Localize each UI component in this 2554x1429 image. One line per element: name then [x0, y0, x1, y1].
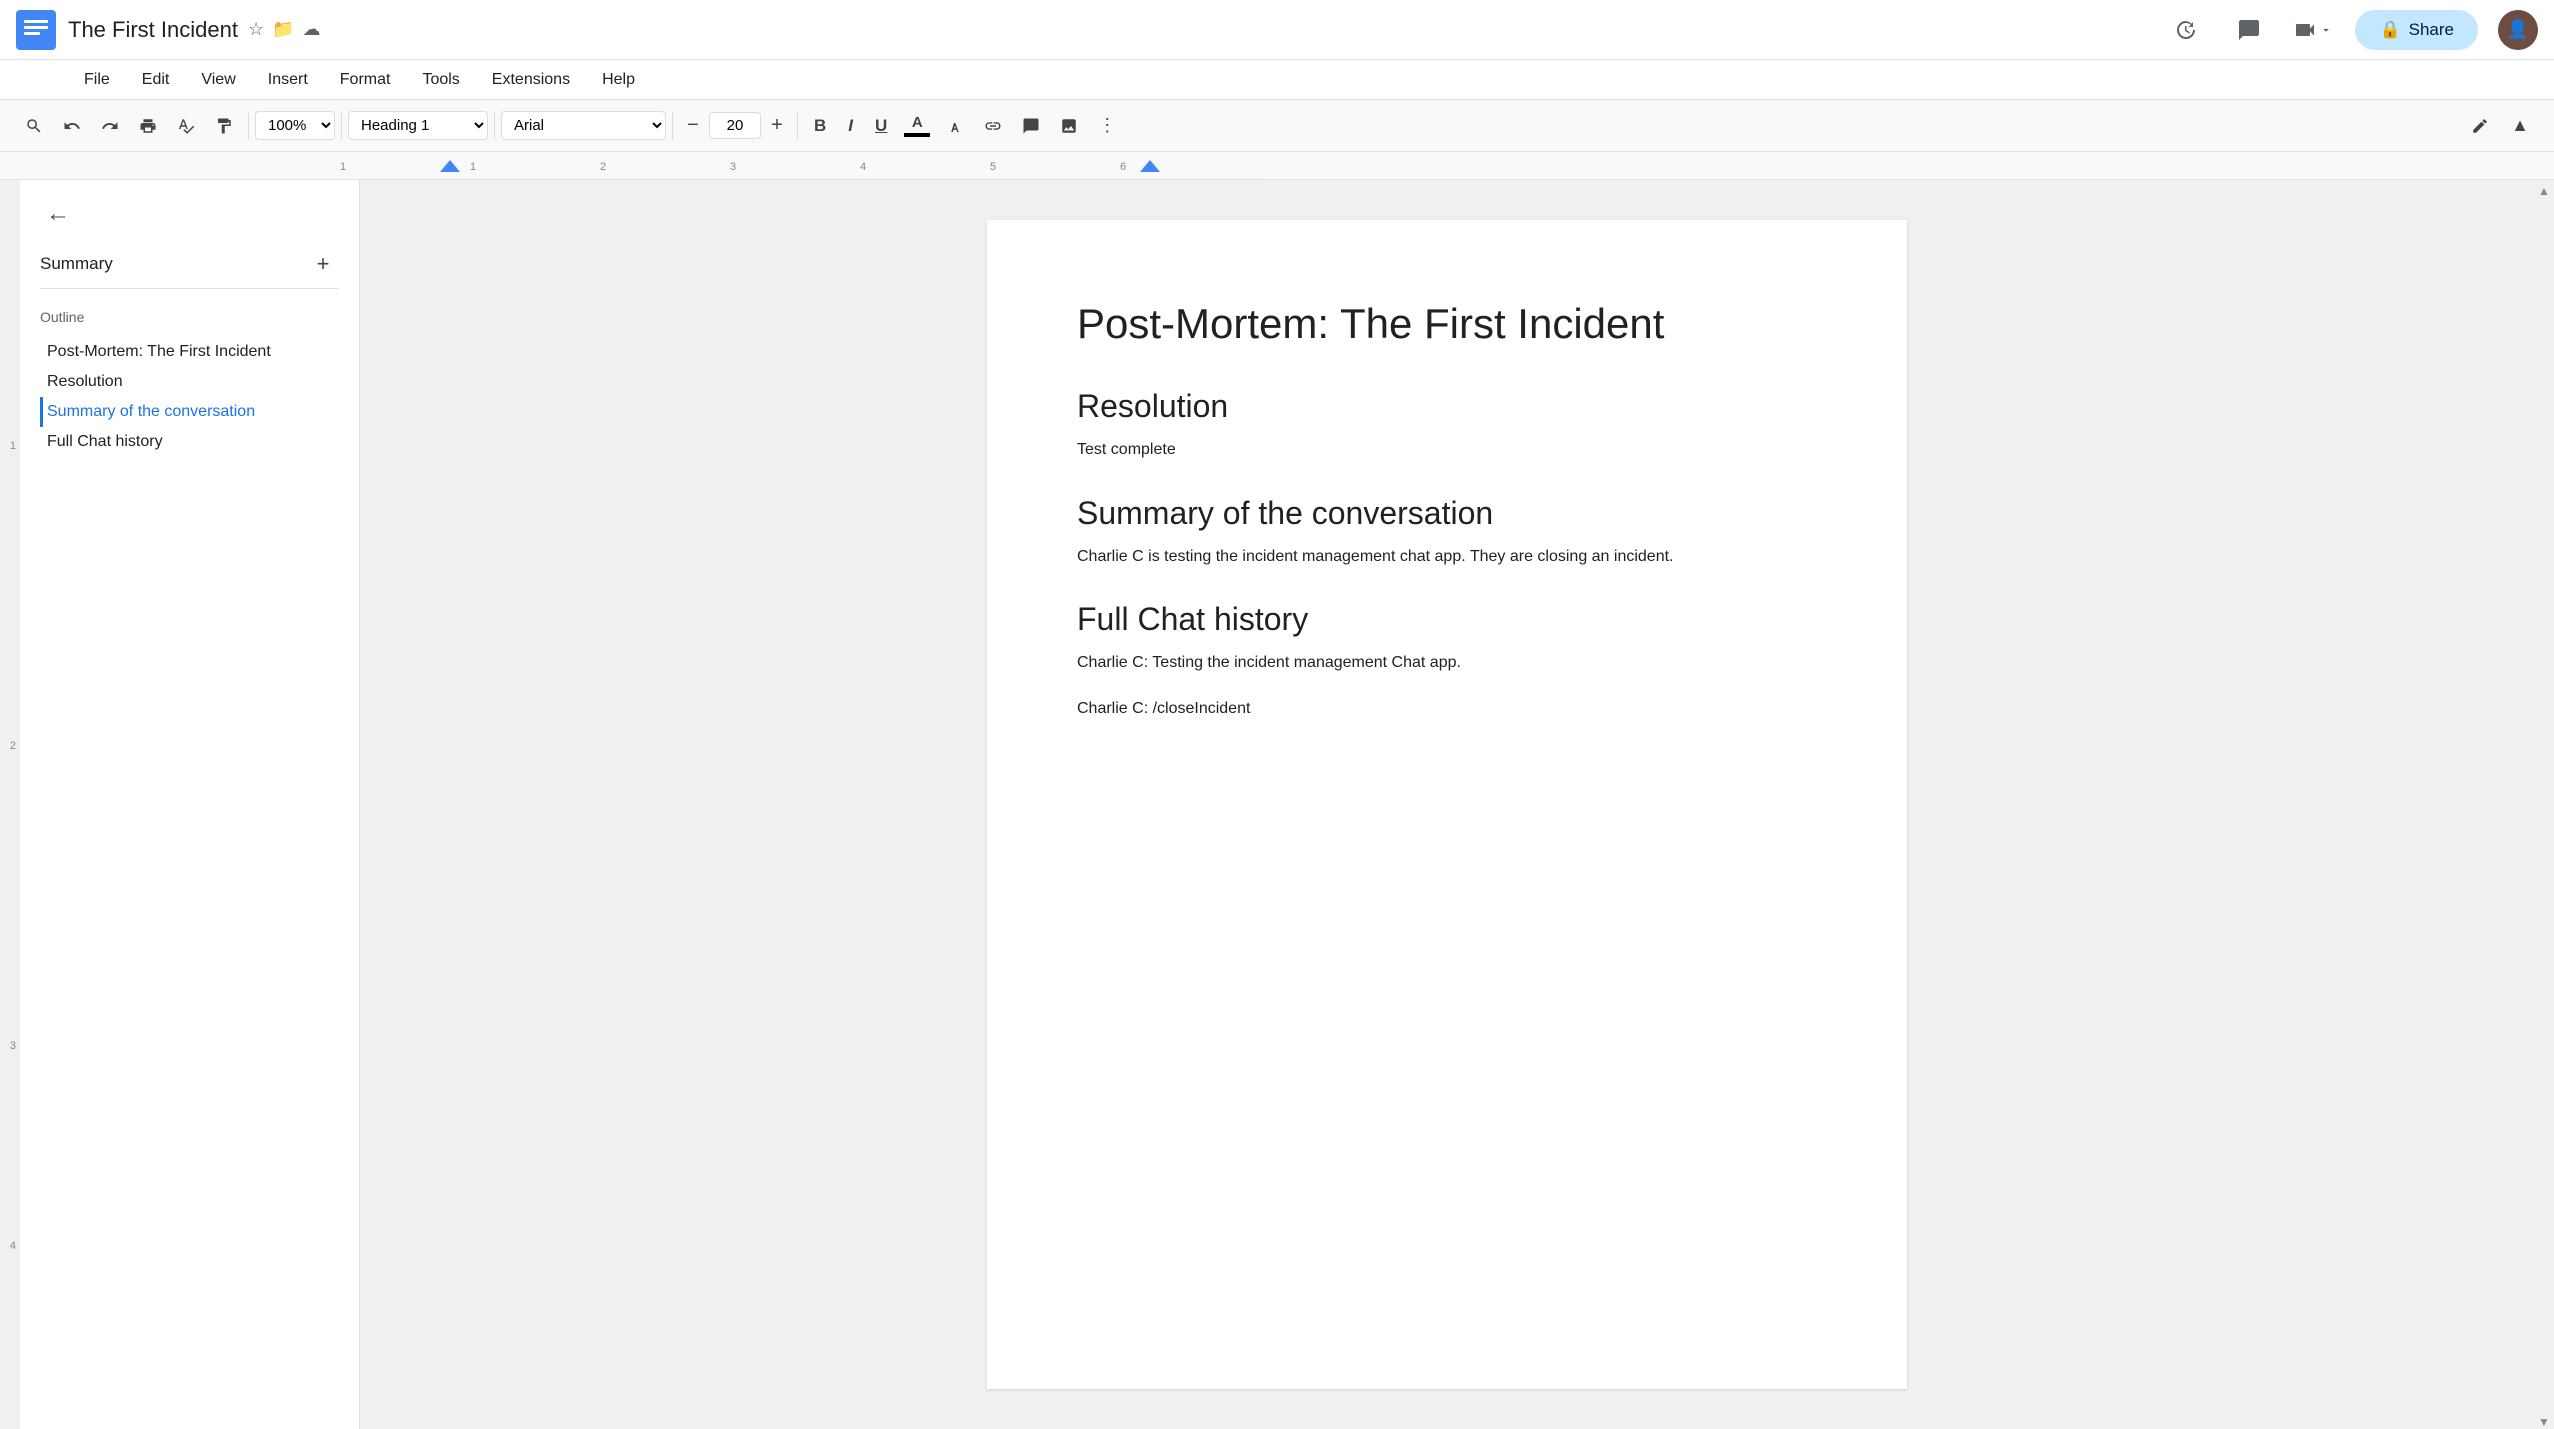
outline-item-summary[interactable]: Summary of the conversation — [40, 397, 339, 427]
right-panel: ▲ ▼ — [2534, 180, 2554, 1429]
sep4 — [672, 112, 673, 140]
margin-num-4: 4 — [10, 1240, 16, 1252]
section-chat-line1: Charlie C: Testing the incident manageme… — [1077, 650, 1817, 676]
print-btn[interactable] — [130, 108, 166, 144]
document-page: Post-Mortem: The First Incident Resoluti… — [987, 220, 1907, 1389]
svg-text:5: 5 — [990, 161, 996, 173]
ruler-svg: 1 1 2 3 4 5 6 — [340, 152, 1260, 180]
cloud-icon[interactable]: ☁ — [303, 19, 321, 40]
undo-btn[interactable] — [54, 108, 90, 144]
font-size-input[interactable]: 20 — [709, 112, 761, 139]
sep3 — [494, 112, 495, 140]
right-margin — [1140, 160, 1160, 172]
avatar[interactable]: 👤 — [2498, 10, 2538, 50]
image-btn[interactable] — [1051, 108, 1087, 144]
more-options-btn[interactable]: ⋮ — [1089, 108, 1125, 144]
comments-icon[interactable] — [2227, 8, 2271, 52]
sidebar: ← Summary + Outline Post-Mortem: The Fir… — [20, 180, 360, 1429]
scroll-chevron-up[interactable]: ▲ — [2538, 184, 2550, 198]
highlight-btn[interactable] — [937, 108, 973, 144]
edit-mode-btn[interactable] — [2462, 108, 2498, 144]
star-icon[interactable]: ☆ — [248, 19, 264, 40]
font-size-decrease-btn[interactable]: − — [679, 112, 707, 140]
menu-extensions[interactable]: Extensions — [478, 67, 584, 93]
font-size-increase-btn[interactable]: + — [763, 112, 791, 140]
svg-text:6: 6 — [1120, 161, 1126, 173]
doc-title[interactable]: The First Incident — [68, 17, 238, 43]
font-select[interactable]: Arial Times New Roman Courier New — [501, 111, 666, 140]
ruler: 1 1 2 3 4 5 6 — [0, 152, 2554, 180]
svg-text:2: 2 — [600, 161, 606, 173]
italic-btn[interactable]: I — [838, 108, 863, 144]
video-call-icon[interactable] — [2291, 8, 2335, 52]
app-logo — [16, 10, 56, 50]
menu-format[interactable]: Format — [326, 67, 405, 93]
scroll-chevron-down[interactable]: ▼ — [2538, 1415, 2550, 1429]
back-button[interactable]: ← — [40, 196, 76, 232]
style-select[interactable]: Heading 1 Normal text Heading 2 Heading … — [348, 111, 488, 140]
sep1 — [248, 112, 249, 140]
outline-label: Outline — [40, 309, 339, 325]
margin-num-1: 1 — [10, 440, 16, 452]
search-toolbar-btn[interactable] — [16, 108, 52, 144]
section-chat-line2: Charlie C: /closeIncident — [1077, 696, 1817, 722]
outline-item-chat[interactable]: Full Chat history — [40, 427, 339, 457]
comment-btn[interactable] — [1013, 108, 1049, 144]
section-resolution-body: Test complete — [1077, 437, 1817, 463]
share-button[interactable]: 🔒 Share — [2355, 10, 2478, 50]
section-chat-heading: Full Chat history — [1077, 601, 1817, 638]
share-label: Share — [2409, 20, 2454, 40]
menu-file[interactable]: File — [70, 67, 124, 93]
redo-btn[interactable] — [92, 108, 128, 144]
svg-text:4: 4 — [860, 161, 866, 173]
title-bar: The First Incident ☆ 📁 ☁ 🔒 Share 👤 — [0, 0, 2554, 60]
svg-text:3: 3 — [730, 161, 736, 173]
link-btn[interactable] — [975, 108, 1011, 144]
chevron-up-btn[interactable]: ▲ — [2502, 108, 2538, 144]
sidebar-add-button[interactable]: + — [307, 248, 339, 280]
section-summary-heading: Summary of the conversation — [1077, 495, 1817, 532]
lock-icon: 🔒 — [2379, 20, 2400, 40]
section-summary-body: Charlie C is testing the incident manage… — [1077, 544, 1817, 570]
menu-bar: File Edit View Insert Format Tools Exten… — [0, 60, 2554, 100]
document-area[interactable]: Post-Mortem: The First Incident Resoluti… — [360, 180, 2534, 1429]
main-layout: 1 2 3 4 ← Summary + Outline Post-Mortem:… — [0, 180, 2554, 1429]
sep2 — [341, 112, 342, 140]
history-icon[interactable] — [2163, 8, 2207, 52]
underline-btn[interactable]: U — [865, 108, 897, 144]
text-color-indicator — [904, 133, 930, 137]
title-right: 🔒 Share 👤 — [2163, 8, 2538, 52]
menu-insert[interactable]: Insert — [254, 67, 322, 93]
menu-view[interactable]: View — [187, 67, 249, 93]
menu-tools[interactable]: Tools — [408, 67, 473, 93]
spellcheck-btn[interactable] — [168, 108, 204, 144]
toolbar: 100% 75% 125% Heading 1 Normal text Head… — [0, 100, 2554, 152]
svg-text:1: 1 — [340, 161, 346, 173]
menu-edit[interactable]: Edit — [128, 67, 184, 93]
margin-num-2: 2 — [10, 740, 16, 752]
sidebar-header: Summary + — [40, 248, 339, 280]
outline-item-title[interactable]: Post-Mortem: The First Incident — [40, 337, 339, 367]
sidebar-divider — [40, 288, 339, 289]
zoom-select[interactable]: 100% 75% 125% — [255, 111, 335, 140]
menu-help[interactable]: Help — [588, 67, 649, 93]
paint-format-btn[interactable] — [206, 108, 242, 144]
toolbar-right: ▲ — [2462, 108, 2538, 144]
bold-btn[interactable]: B — [804, 108, 836, 144]
section-resolution-heading: Resolution — [1077, 388, 1817, 425]
margin-num-3: 3 — [10, 1040, 16, 1052]
tab-stop — [440, 160, 460, 172]
folder-icon[interactable]: 📁 — [272, 19, 294, 40]
sep5 — [797, 112, 798, 140]
left-margin: 1 2 3 4 — [0, 180, 20, 1429]
outline-item-resolution[interactable]: Resolution — [40, 367, 339, 397]
svg-text:1: 1 — [470, 161, 476, 173]
doc-main-title: Post-Mortem: The First Incident — [1077, 300, 1817, 348]
text-color-btn[interactable]: A — [899, 108, 935, 144]
sidebar-summary-label: Summary — [40, 254, 113, 274]
